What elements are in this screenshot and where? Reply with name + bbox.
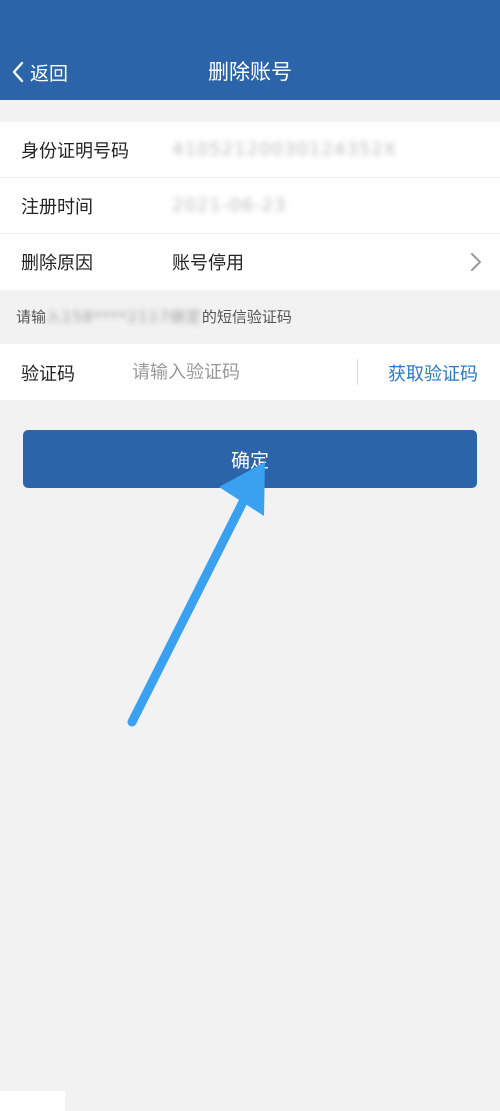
sms-hint-prefix: 请输 [16,308,47,326]
delete-reason-row[interactable]: 删除原因 账号停用 [0,234,500,290]
register-time-row: 注册时间 2021-06-23 [0,178,500,234]
divider [357,359,358,385]
sms-hint-suffix: 的短信验证码 [201,308,292,326]
delete-reason-label: 删除原因 [21,253,93,274]
verification-label: 验证码 [21,364,75,385]
register-time-value: 2021-06-23 [172,195,287,216]
account-info-card: 身份证明号码 41052120030124352X 注册时间 2021-06-2… [0,122,500,290]
verification-code-input[interactable] [132,356,342,388]
page-title: 删除账号 [208,60,292,84]
id-number-label: 身份证明号码 [21,140,129,162]
verification-row: 验证码 获取验证码 [0,344,500,400]
id-number-value: 41052120030124352X [172,139,398,160]
sms-hint: 请输入158****2117绑定的短信验证码 [16,306,292,327]
confirm-button[interactable]: 确定 [23,430,477,488]
app-header: 返回 删除账号 [0,0,500,100]
bottom-left-block [0,1091,65,1111]
sms-hint-masked-phone: 入158****2117绑定 [46,308,202,326]
get-code-button[interactable]: 获取验证码 [388,360,478,386]
id-number-row: 身份证明号码 41052120030124352X [0,122,500,178]
delete-reason-value: 账号停用 [172,253,244,274]
chevron-right-icon [471,253,481,271]
register-time-label: 注册时间 [21,196,93,218]
